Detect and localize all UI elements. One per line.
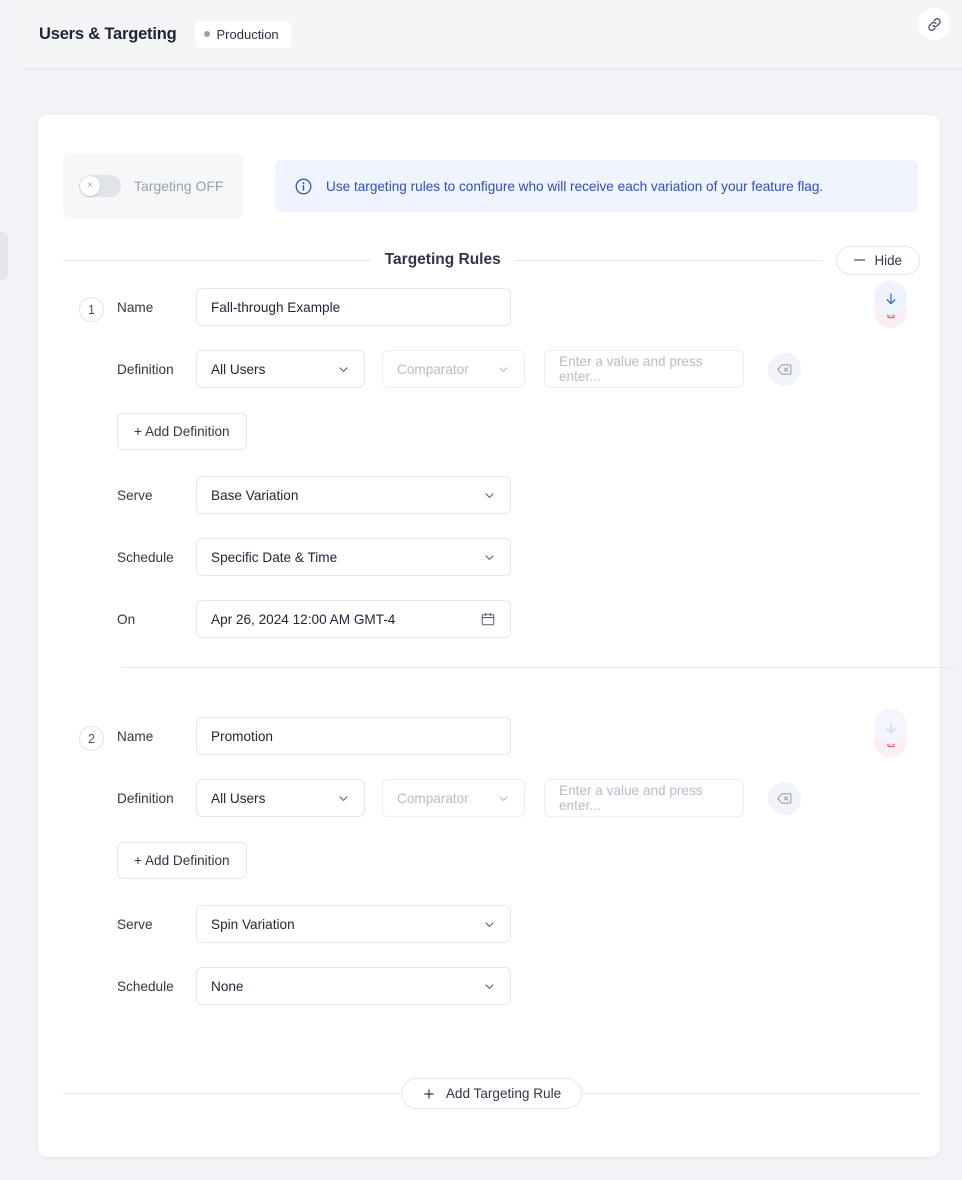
schedule-select[interactable]: None <box>196 967 511 1005</box>
clear-definition-button[interactable] <box>768 353 801 386</box>
divider-left <box>63 260 371 261</box>
rule-on-row: On Apr 26, 2024 12:00 AM GMT-4 <box>38 599 940 639</box>
rule-serve-label: Serve <box>38 488 196 503</box>
rule-schedule-row: Schedule Specific Date & Time <box>38 537 940 577</box>
sidebar-collapse-handle[interactable] <box>0 232 8 280</box>
environment-status-dot <box>204 31 210 37</box>
schedule-date-input[interactable]: Apr 26, 2024 12:00 AM GMT-4 <box>196 600 511 638</box>
backspace-icon <box>776 790 793 807</box>
rule-schedule-label: Schedule <box>38 550 196 565</box>
targeting-card: × Targeting OFF Use targeting rules to c… <box>38 115 940 1157</box>
rule-divider <box>121 667 958 668</box>
chevron-down-icon <box>483 551 496 564</box>
targeting-rule: 2 Name Promotion Definition All Users <box>38 716 940 1006</box>
chevron-down-icon <box>497 792 510 805</box>
clear-definition-button[interactable] <box>768 782 801 815</box>
definition-comparator-value: Comparator <box>397 791 469 806</box>
rule-definition-label: Definition <box>38 362 196 377</box>
move-rule-down-button[interactable] <box>874 282 907 315</box>
divider-right <box>515 260 823 261</box>
page-header: Users & Targeting Production <box>24 0 962 69</box>
targeting-rule: 1 Name Fall-through Example Definition A… <box>38 287 940 668</box>
arrow-down-icon <box>883 291 899 307</box>
schedule-value: None <box>211 979 244 994</box>
definition-comparator-value: Comparator <box>397 362 469 377</box>
chevron-down-icon <box>483 980 496 993</box>
definition-value-input[interactable]: Enter a value and press enter... <box>544 350 744 388</box>
definition-attribute-value: All Users <box>211 362 265 377</box>
backspace-icon <box>776 361 793 378</box>
add-definition-row: + Add Definition <box>38 840 940 880</box>
targeting-toggle[interactable]: × <box>79 175 121 197</box>
rule-name-label: Name <box>38 729 196 744</box>
move-rule-down-button[interactable] <box>874 711 907 744</box>
link-icon <box>926 16 943 33</box>
serve-variation-value: Base Variation <box>211 488 298 503</box>
rule-schedule-row: Schedule None <box>38 966 940 1006</box>
rule-serve-row: Serve Spin Variation <box>38 904 940 944</box>
rule-name-row: Name Promotion <box>38 716 940 756</box>
calendar-icon <box>480 611 496 627</box>
rule-name-label: Name <box>38 300 196 315</box>
page-title: Users & Targeting <box>39 25 177 44</box>
plus-icon <box>422 1087 436 1101</box>
copy-link-button[interactable] <box>918 8 950 40</box>
rule-serve-label: Serve <box>38 917 196 932</box>
minus-icon <box>854 259 865 261</box>
definition-attribute-select[interactable]: All Users <box>196 350 365 388</box>
chevron-down-icon <box>483 918 496 931</box>
rule-on-label: On <box>38 612 196 627</box>
definition-attribute-select[interactable]: All Users <box>196 779 365 817</box>
rule-name-row: Name Fall-through Example <box>38 287 940 327</box>
targeting-rules-section-header: Targeting Rules Hide <box>63 245 920 275</box>
rule-definition-label: Definition <box>38 791 196 806</box>
rule-name-input[interactable]: Fall-through Example <box>196 288 511 326</box>
serve-variation-value: Spin Variation <box>211 917 295 932</box>
section-title: Targeting Rules <box>385 251 501 269</box>
arrow-down-icon <box>883 720 899 736</box>
schedule-select[interactable]: Specific Date & Time <box>196 538 511 576</box>
rule-schedule-label: Schedule <box>38 979 196 994</box>
environment-badge[interactable]: Production <box>195 21 291 48</box>
schedule-date-value: Apr 26, 2024 12:00 AM GMT-4 <box>211 612 395 627</box>
add-targeting-rule-label: Add Targeting Rule <box>446 1086 561 1101</box>
rule-number: 1 <box>79 297 104 322</box>
definition-value-input[interactable]: Enter a value and press enter... <box>544 779 744 817</box>
rule-number: 2 <box>79 726 104 751</box>
schedule-value: Specific Date & Time <box>211 550 337 565</box>
add-rule-footer: Add Targeting Rule <box>63 1078 920 1109</box>
add-targeting-rule-button[interactable]: Add Targeting Rule <box>401 1078 582 1109</box>
targeting-toggle-container: × Targeting OFF <box>63 153 243 219</box>
add-definition-button[interactable]: + Add Definition <box>117 413 247 450</box>
chevron-down-icon <box>497 363 510 376</box>
definition-attribute-value: All Users <box>211 791 265 806</box>
add-definition-row: + Add Definition <box>38 411 940 451</box>
chevron-down-icon <box>337 363 350 376</box>
info-banner: Use targeting rules to configure who wil… <box>275 160 918 212</box>
rule-definition-row: Definition All Users Comparator Enter a … <box>38 349 940 389</box>
targeting-rules-list: 1 Name Fall-through Example Definition A… <box>38 287 940 1006</box>
hide-rules-button[interactable]: Hide <box>836 246 920 275</box>
toggle-knob: × <box>80 176 100 196</box>
divider-right <box>582 1093 920 1094</box>
definition-comparator-select[interactable]: Comparator <box>382 779 525 817</box>
rule-name-input[interactable]: Promotion <box>196 717 511 755</box>
serve-variation-select[interactable]: Spin Variation <box>196 905 511 943</box>
definition-comparator-select[interactable]: Comparator <box>382 350 525 388</box>
hide-rules-label: Hide <box>874 253 902 268</box>
info-circle-icon <box>294 177 313 196</box>
targeting-toggle-label: Targeting OFF <box>134 178 223 194</box>
serve-variation-select[interactable]: Base Variation <box>196 476 511 514</box>
rule-serve-row: Serve Base Variation <box>38 475 940 515</box>
chevron-down-icon <box>337 792 350 805</box>
info-banner-text: Use targeting rules to configure who wil… <box>326 179 823 194</box>
divider-left <box>63 1093 401 1094</box>
environment-badge-label: Production <box>217 27 279 42</box>
chevron-down-icon <box>483 489 496 502</box>
add-definition-button[interactable]: + Add Definition <box>117 842 247 879</box>
rule-definition-row: Definition All Users Comparator Enter a … <box>38 778 940 818</box>
